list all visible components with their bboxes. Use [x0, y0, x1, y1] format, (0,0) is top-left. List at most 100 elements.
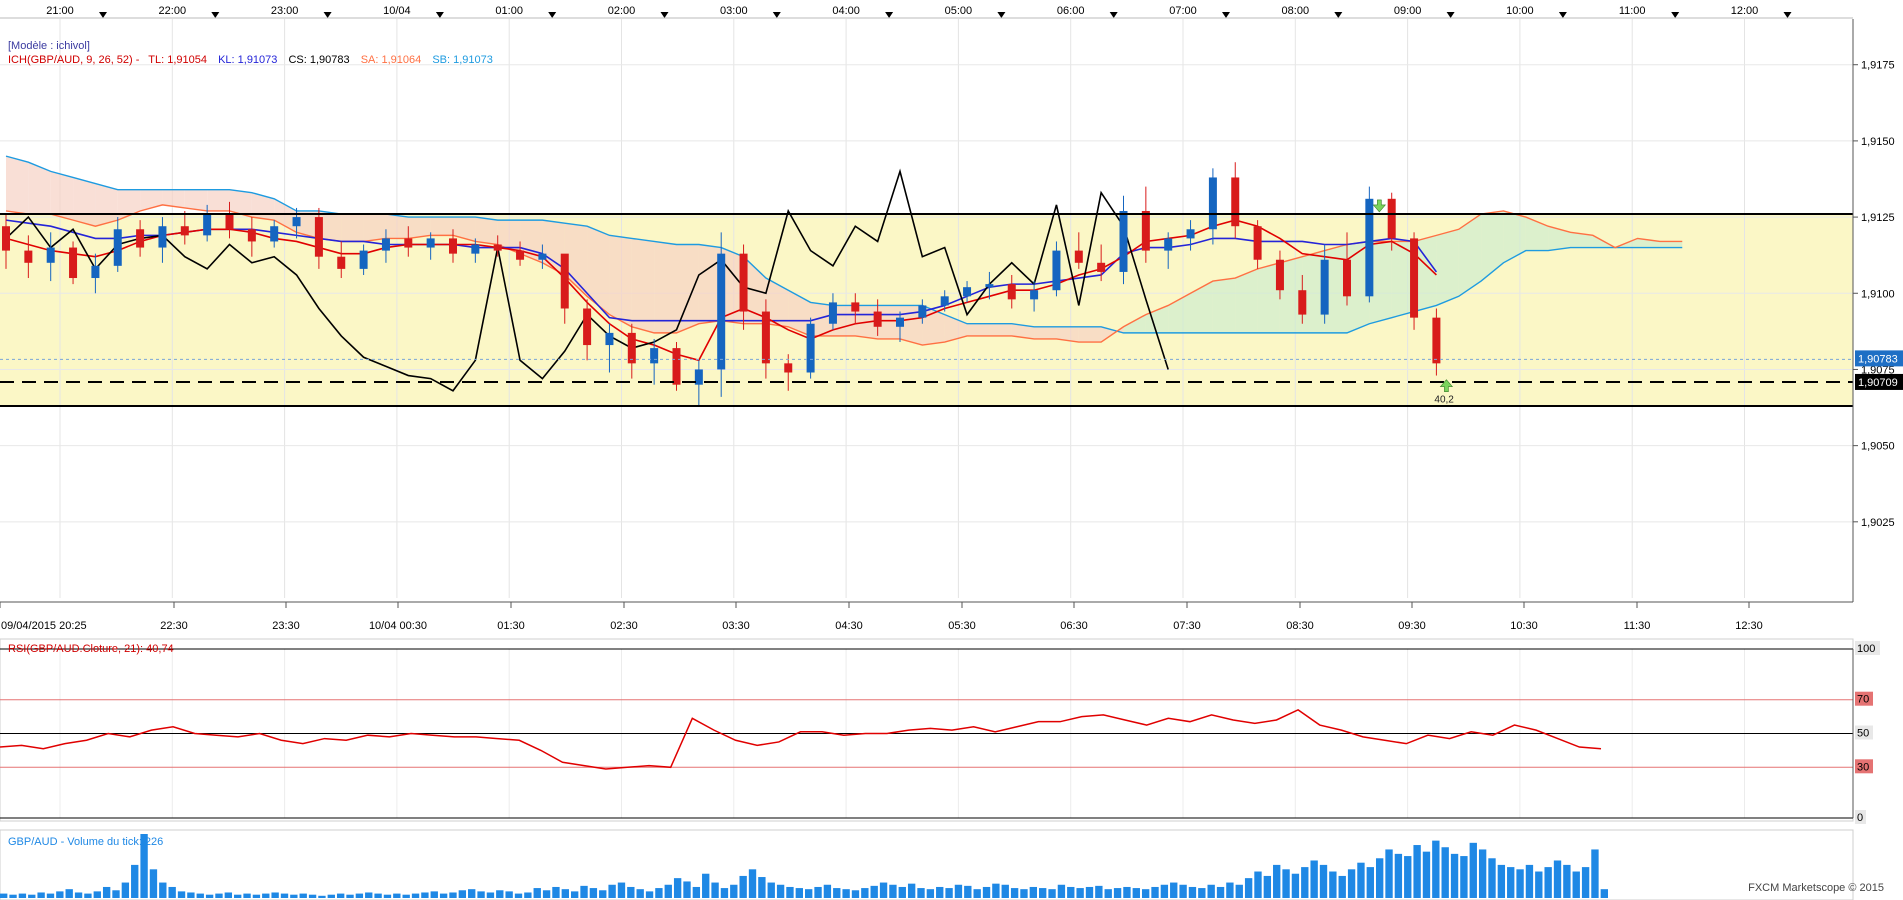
bottom-time-label: 06:30: [1060, 620, 1088, 632]
bottom-time-label: 11:30: [1624, 620, 1651, 632]
candle-body: [449, 238, 457, 254]
volume-bar: [1600, 889, 1608, 898]
candle-body: [381, 238, 390, 251]
volume-bar: [1441, 847, 1449, 898]
rsi-level-label: 50: [1857, 728, 1869, 740]
top-time-label: 10/04: [383, 5, 411, 17]
volume-bar: [1263, 875, 1272, 898]
volume-bar: [851, 890, 860, 898]
price-label: 1,9175: [1861, 60, 1895, 72]
rsi-level-label: 100: [1857, 643, 1875, 655]
candle-body: [739, 253, 748, 312]
cloud-segment: [50, 171, 74, 221]
candle-body: [1052, 250, 1061, 291]
volume-bar: [1301, 867, 1309, 898]
volume-bar: [1160, 884, 1169, 898]
volume-bar: [711, 882, 719, 898]
candle-body: [828, 302, 837, 324]
candle-body: [314, 217, 323, 257]
candle-body: [1208, 177, 1217, 230]
volume-bar: [580, 885, 588, 898]
legend-tl: TL: 1,91054: [148, 54, 207, 66]
candle-body: [1186, 229, 1195, 239]
bottom-time-label: 05:30: [948, 620, 976, 632]
volume-bar: [1113, 888, 1122, 898]
cloud-segment: [475, 217, 498, 245]
volume-bar: [1010, 888, 1019, 898]
candle-body: [1141, 210, 1150, 251]
volume-bar: [1432, 840, 1440, 898]
candle-body: [471, 244, 480, 254]
volume-bar: [917, 888, 925, 898]
candle-body: [359, 250, 368, 269]
candle-body: [337, 256, 346, 269]
volume-bar: [758, 877, 766, 898]
volume-bar: [1488, 858, 1496, 898]
volume-bar: [1544, 867, 1552, 898]
volume-bar: [1057, 884, 1066, 898]
volume-bar: [636, 889, 644, 898]
legend-line: ICH(GBP/AUD, 9, 26, 52) - TL: 1,91054 KL…: [8, 54, 493, 66]
bottom-time-label: 01:30: [497, 620, 525, 632]
rsi-title: RSI(GBP/AUD.Cloture, 21): 40,74: [8, 643, 174, 655]
volume-bar: [1291, 873, 1300, 898]
volume-bar: [1216, 886, 1225, 898]
bottom-time-label: 04:30: [835, 620, 863, 632]
volume-bar: [805, 889, 813, 898]
top-time-label: 07:00: [1169, 5, 1197, 17]
top-time-label: 05:00: [945, 5, 973, 17]
candle-body: [91, 265, 100, 279]
volume-bar: [542, 890, 551, 898]
volume-bar: [1170, 882, 1178, 898]
volume-bar: [617, 882, 626, 898]
cloud-segment: [654, 241, 677, 333]
volume-bar: [1179, 884, 1187, 898]
price-axis[interactable]: 1,91751,91501,91251,91001,90751,90501,90…: [1852, 19, 1895, 602]
volume-bar: [1151, 886, 1159, 898]
candle-body: [851, 302, 860, 312]
cloud-segment: [363, 214, 386, 242]
volume-bar: [982, 886, 991, 898]
volume-bar: [608, 884, 616, 898]
bottom-time-label: 10/04 00:30: [369, 620, 427, 632]
volume-bar: [1563, 864, 1571, 898]
rsi-panel-frame: [0, 638, 1854, 822]
volume-bar: [664, 884, 672, 898]
top-time-label: 21:00: [46, 5, 74, 17]
volume-bar: [1226, 882, 1234, 898]
volume-bar: [795, 888, 803, 898]
volume-bar: [299, 893, 307, 898]
volume-bar: [1095, 885, 1103, 898]
legend-kl: KL: 1,91073: [218, 54, 277, 66]
volume-bar: [627, 886, 635, 898]
candle-body: [605, 332, 614, 346]
volume-bar: [374, 893, 382, 898]
volume-bar: [692, 886, 701, 898]
volume-bar: [1235, 884, 1243, 898]
price-label: 1,9100: [1861, 288, 1895, 300]
candle-body: [1320, 259, 1329, 315]
candle-body: [1231, 177, 1240, 227]
candle-body: [761, 311, 770, 364]
volume-bar: [1188, 886, 1197, 898]
volume-bar: [215, 893, 223, 898]
top-time-label: 22:00: [159, 5, 187, 17]
volume-bar: [1085, 886, 1094, 898]
candle-body: [136, 229, 145, 248]
top-time-label: 04:00: [832, 5, 860, 17]
volume-bar: [280, 893, 289, 898]
volume-bar: [1198, 888, 1206, 898]
volume-bar: [1029, 886, 1038, 898]
volume-bar: [1254, 871, 1262, 898]
candle-body: [1298, 290, 1307, 315]
volume-bar: [1422, 851, 1431, 898]
top-time-axis: 21:00 22:00 23:00 10/04 01:00 02:00 03:00 04:00…: [0, 0, 1903, 19]
candle-body: [292, 217, 301, 227]
volume-bar: [1507, 867, 1515, 898]
volume-bar: [93, 891, 101, 898]
legend-cs: CS: 1,90783: [288, 54, 349, 66]
volume-bar: [271, 892, 279, 898]
volume-bar: [945, 888, 953, 898]
volume-bar: [1357, 862, 1365, 898]
volume-bar: [486, 892, 495, 898]
